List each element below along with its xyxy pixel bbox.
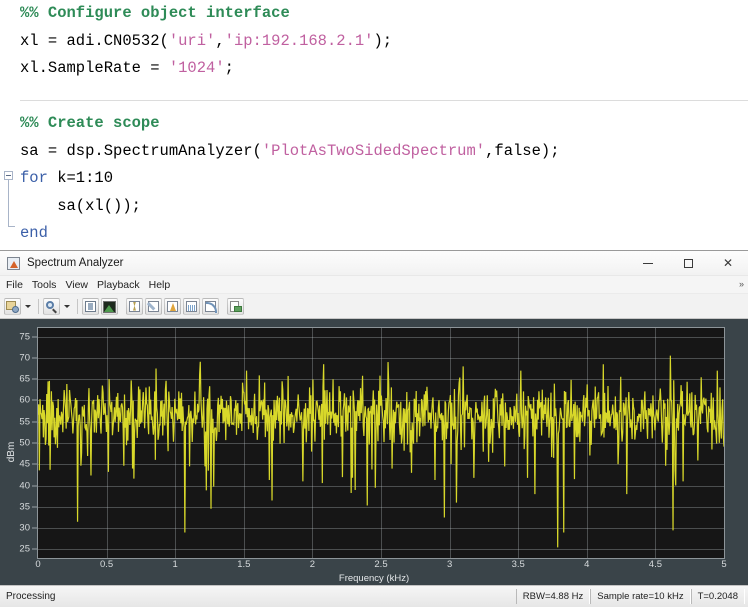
configuration-properties-icon[interactable] <box>4 298 21 315</box>
code-line: xl.SampleRate = '1024'; <box>0 55 748 83</box>
distortion-measurements-icon[interactable] <box>183 298 200 315</box>
code-token: , <box>215 32 224 50</box>
code-token: 'ip:192.168.2.1' <box>225 32 374 50</box>
zoom-icon[interactable] <box>43 298 60 315</box>
code-token: ; <box>225 59 234 77</box>
x-tick-label: 3 <box>447 559 452 570</box>
ccdf-measurements-icon[interactable] <box>202 298 219 315</box>
code-token: k=1:10 <box>48 169 113 187</box>
code-line: sa(xl()); <box>0 193 748 221</box>
x-axis-label: Frequency (kHz) <box>0 573 748 584</box>
code-token: sa = dsp.SpectrumAnalyzer( <box>20 142 262 160</box>
status-cell: RBW=4.88 Hz <box>516 589 590 604</box>
code-line: for k=1:10 <box>0 165 748 193</box>
code-token: ); <box>373 32 392 50</box>
signal-statistics-icon[interactable] <box>145 298 162 315</box>
y-tick-label: 70 <box>19 352 30 363</box>
code-token: 'PlotAsTwoSidedSpectrum' <box>262 142 485 160</box>
code-token: xl.SampleRate = <box>20 59 169 77</box>
x-tick-label: 0 <box>35 559 40 570</box>
x-tick-label: 0.5 <box>100 559 113 570</box>
y-tick-label: 55 <box>19 416 30 427</box>
window-title-bar[interactable]: Spectrum Analyzer ✕ <box>0 251 748 276</box>
trace-path <box>38 356 724 548</box>
menu-item-help[interactable]: Help <box>149 279 171 291</box>
code-line: %% Configure object interface <box>0 0 748 28</box>
window-controls: ✕ <box>628 251 748 275</box>
menu-overflow-icon[interactable]: » <box>739 280 744 289</box>
maximize-button[interactable] <box>668 251 708 275</box>
code-token: '1024' <box>169 59 225 77</box>
plot-area: dBm 2530354045505560657075 00.511.522.53… <box>0 319 748 585</box>
x-tick-label: 2.5 <box>374 559 387 570</box>
code-token: %% Create scope <box>20 114 160 132</box>
status-cell: Sample rate=10 kHz <box>590 589 690 604</box>
code-token: for <box>20 169 48 187</box>
y-tick-label: 50 <box>19 438 30 449</box>
menu-item-list: File Tools View Playback Help <box>6 279 179 291</box>
y-tick-label: 45 <box>19 459 30 470</box>
y-tick-label: 30 <box>19 523 30 534</box>
close-button[interactable]: ✕ <box>708 251 748 275</box>
y-tick-label: 60 <box>19 395 30 406</box>
y-tick-label: 25 <box>19 544 30 555</box>
spectrum-trace <box>38 328 724 558</box>
scope-toolbar <box>0 294 748 319</box>
code-token: xl = adi.CN0532( <box>20 32 169 50</box>
code-token: ,false); <box>485 142 559 160</box>
export-data-icon[interactable] <box>227 298 244 315</box>
status-message: Processing <box>6 591 55 602</box>
cursor-measurements-icon[interactable] <box>126 298 143 315</box>
scale-axes-limits-icon[interactable] <box>82 298 99 315</box>
status-bar: Processing RBW=4.88 HzSample rate=10 kHz… <box>0 585 748 607</box>
x-tick-label: 1.5 <box>237 559 250 570</box>
code-token: 'uri' <box>169 32 216 50</box>
spectrum-analyzer-window: Spectrum Analyzer ✕ File Tools View Playbac… <box>0 250 748 603</box>
code-token: %% Configure object interface <box>20 4 290 22</box>
status-cells: RBW=4.88 HzSample rate=10 kHzT=0.2048 <box>516 589 745 604</box>
zoom-dropdown-arrow-icon[interactable] <box>62 298 71 315</box>
status-cell: T=0.2048 <box>691 589 745 604</box>
toolbar-separator <box>77 299 78 314</box>
menu-item-tools[interactable]: Tools <box>32 279 57 291</box>
y-tick-label: 75 <box>19 331 30 342</box>
x-tick-label: 2 <box>310 559 315 570</box>
spectrum-view-icon[interactable] <box>101 298 118 315</box>
code-line: %% Create scope <box>0 110 748 138</box>
x-axis-ticks: 0 0.5 1 1.5 2 2.5 3 3.5 4 4.5 5 <box>37 559 725 572</box>
code-line-list: %% Configure object interface xl = adi.CN… <box>0 0 748 248</box>
matlab-code-editor[interactable]: %% Configure object interface xl = adi.CN… <box>0 0 748 250</box>
code-line: sa = dsp.SpectrumAnalyzer('PlotAsTwoSide… <box>0 138 748 166</box>
code-fold-toggle-icon[interactable] <box>4 171 13 180</box>
code-line: xl = adi.CN0532('uri','ip:192.168.2.1'); <box>0 28 748 56</box>
minimize-button[interactable] <box>628 251 668 275</box>
y-axis-ticks: 25 30 35 40 45 50 55 60 65 70 75 <box>12 319 32 585</box>
menu-item-file[interactable]: File <box>6 279 23 291</box>
axes-canvas[interactable] <box>37 327 725 559</box>
toolbar-separator <box>38 299 39 314</box>
x-tick-label: 4.5 <box>649 559 662 570</box>
spectrum-analyzer-icon <box>7 257 20 270</box>
y-tick-label: 35 <box>19 501 30 512</box>
code-line <box>0 83 748 111</box>
y-tick-label: 65 <box>19 374 30 385</box>
code-token: end <box>20 224 48 242</box>
x-tick-label: 1 <box>173 559 178 570</box>
code-line: end <box>0 220 748 248</box>
y-tick-label: 40 <box>19 480 30 491</box>
menu-item-view[interactable]: View <box>65 279 88 291</box>
menu-item-playback[interactable]: Playback <box>97 279 140 291</box>
code-token: sa(xl()); <box>20 197 141 215</box>
x-tick-label: 4 <box>584 559 589 570</box>
menu-bar: File Tools View Playback Help » <box>0 276 748 294</box>
peak-finder-icon[interactable] <box>164 298 181 315</box>
configuration-dropdown-arrow-icon[interactable] <box>23 298 32 315</box>
window-title: Spectrum Analyzer <box>27 257 124 269</box>
x-tick-label: 3.5 <box>512 559 525 570</box>
x-tick-label: 5 <box>721 559 726 570</box>
